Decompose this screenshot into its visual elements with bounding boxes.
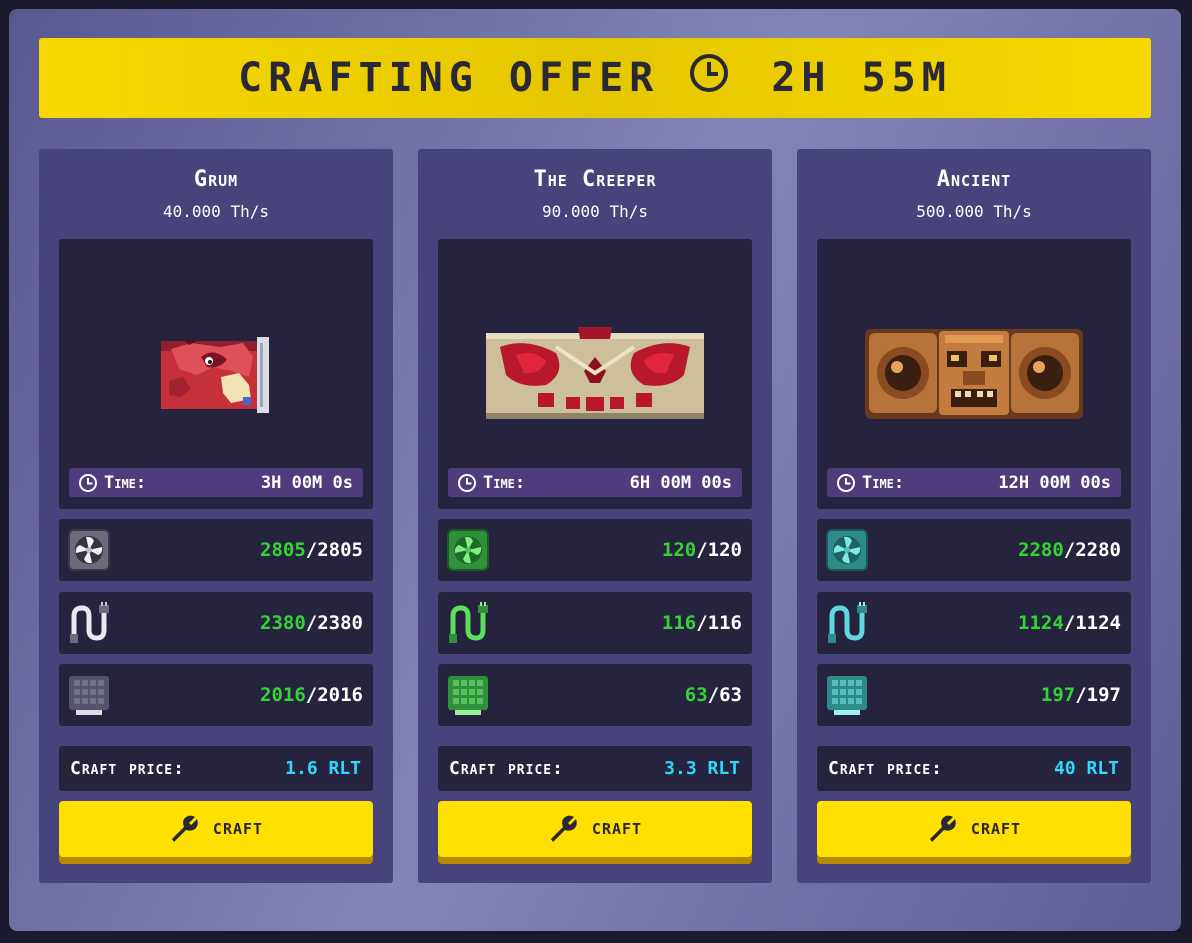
part-row-hashboard: 197/197	[817, 664, 1131, 726]
banner-title: CRAFTING OFFER	[238, 55, 660, 101]
craft-button[interactable]: CRAFT	[438, 801, 752, 857]
hashboard-icon	[448, 676, 488, 715]
part-row-wire: 2380/2380	[59, 592, 373, 654]
part-need: /120	[696, 539, 742, 561]
miner-name: Grum	[193, 167, 239, 192]
crafting-panel: CRAFTING OFFER 2H 55M Grum 40.000 Th/s T…	[9, 9, 1181, 931]
miner-power: 90.000 Th/s	[542, 202, 648, 221]
craft-price-value: 40 RLT	[1053, 758, 1119, 779]
part-have: 2805	[260, 539, 306, 561]
miner-power: 500.000 Th/s	[916, 202, 1032, 221]
craft-price-label: Craft price:	[449, 758, 564, 779]
part-row-wire: 1124/1124	[817, 592, 1131, 654]
clock-icon	[689, 53, 729, 103]
craft-button-label: CRAFT	[212, 820, 264, 838]
part-have: 2016	[260, 684, 306, 706]
wire-icon	[70, 602, 109, 643]
craft-price-row: Craft price: 3.3 RLT	[438, 746, 752, 791]
crafting-offer-banner: CRAFTING OFFER 2H 55M	[39, 38, 1151, 118]
part-count: 120/120	[662, 539, 742, 561]
part-need: /63	[707, 684, 742, 706]
part-row-wire: 116/116	[438, 592, 752, 654]
craft-price-row: Craft price: 1.6 RLT	[59, 746, 373, 791]
miner-image-frame: Time: 12H 00M 00s	[817, 239, 1131, 509]
craft-time-bar: Time: 3H 00M 0s	[69, 468, 363, 497]
clock-icon	[78, 473, 98, 493]
wrench-icon	[169, 813, 201, 845]
part-count: 116/116	[662, 612, 742, 634]
wrench-icon	[927, 813, 959, 845]
part-count: 2805/2805	[260, 539, 363, 561]
part-have: 116	[661, 612, 697, 634]
craft-time-value: 12H 00M 00s	[998, 472, 1111, 493]
part-have: 63	[684, 684, 708, 706]
miner-card-the-creeper: The Creeper 90.000 Th/s Time: 6H 00M 00s…	[418, 149, 772, 883]
part-have: 197	[1040, 684, 1076, 706]
craft-time-bar: Time: 12H 00M 00s	[827, 468, 1121, 497]
miner-image-frame: Time: 3H 00M 0s	[59, 239, 373, 509]
craft-button[interactable]: CRAFT	[817, 801, 1131, 857]
craft-time-value: 3H 00M 0s	[260, 472, 353, 493]
craft-price-row: Craft price: 40 RLT	[817, 746, 1131, 791]
fan-icon	[68, 529, 110, 571]
part-have: 2380	[260, 612, 306, 634]
miner-image-grum	[161, 337, 269, 413]
part-row-fan: 2805/2805	[59, 519, 373, 581]
miner-card-grum: Grum 40.000 Th/s Time: 3H 00M 0s 2805/28…	[39, 149, 393, 883]
fan-icon	[826, 529, 868, 571]
part-have: 120	[661, 539, 697, 561]
time-label: Time:	[104, 472, 147, 493]
banner-timer: 2H 55M	[771, 55, 952, 101]
part-need: /116	[696, 612, 742, 634]
clock-icon	[836, 473, 856, 493]
craft-price-value: 3.3 RLT	[664, 758, 740, 779]
craft-time-bar: Time: 6H 00M 00s	[448, 468, 742, 497]
wrench-icon	[548, 813, 580, 845]
part-row-hashboard: 63/63	[438, 664, 752, 726]
miner-image-the-creeper	[486, 327, 704, 419]
craft-button-label: CRAFT	[591, 820, 643, 838]
part-need: /197	[1075, 684, 1121, 706]
part-need: /2280	[1063, 539, 1121, 561]
part-count: 63/63	[685, 684, 742, 706]
part-have: 1124	[1018, 612, 1064, 634]
part-count: 197/197	[1041, 684, 1121, 706]
time-label: Time:	[862, 472, 905, 493]
wire-icon	[449, 602, 488, 643]
hashboard-icon	[69, 676, 109, 715]
time-label: Time:	[483, 472, 526, 493]
part-need: /2380	[305, 612, 363, 634]
part-count: 2280/2280	[1018, 539, 1121, 561]
miner-card-ancient: Ancient 500.000 Th/s Time: 12H 00M 00s 2…	[797, 149, 1151, 883]
craft-price-label: Craft price:	[70, 758, 185, 779]
part-count: 1124/1124	[1018, 612, 1121, 634]
part-have: 2280	[1018, 539, 1064, 561]
part-row-fan: 120/120	[438, 519, 752, 581]
miner-image-ancient	[865, 329, 1083, 419]
miner-power: 40.000 Th/s	[163, 202, 269, 221]
craft-button[interactable]: CRAFT	[59, 801, 373, 857]
craft-time-value: 6H 00M 00s	[629, 472, 732, 493]
part-row-fan: 2280/2280	[817, 519, 1131, 581]
part-need: /2805	[305, 539, 363, 561]
part-row-hashboard: 2016/2016	[59, 664, 373, 726]
fan-icon	[447, 529, 489, 571]
craft-button-label: CRAFT	[970, 820, 1022, 838]
craft-price-value: 1.6 RLT	[285, 758, 361, 779]
clock-icon	[457, 473, 477, 493]
wire-icon	[828, 602, 867, 643]
miner-name: The Creeper	[533, 167, 657, 192]
hashboard-icon	[827, 676, 867, 715]
part-count: 2016/2016	[260, 684, 363, 706]
part-need: /2016	[305, 684, 363, 706]
craft-price-label: Craft price:	[828, 758, 943, 779]
miner-image-frame: Time: 6H 00M 00s	[438, 239, 752, 509]
part-need: /1124	[1063, 612, 1121, 634]
part-count: 2380/2380	[260, 612, 363, 634]
miner-name: Ancient	[936, 167, 1012, 192]
